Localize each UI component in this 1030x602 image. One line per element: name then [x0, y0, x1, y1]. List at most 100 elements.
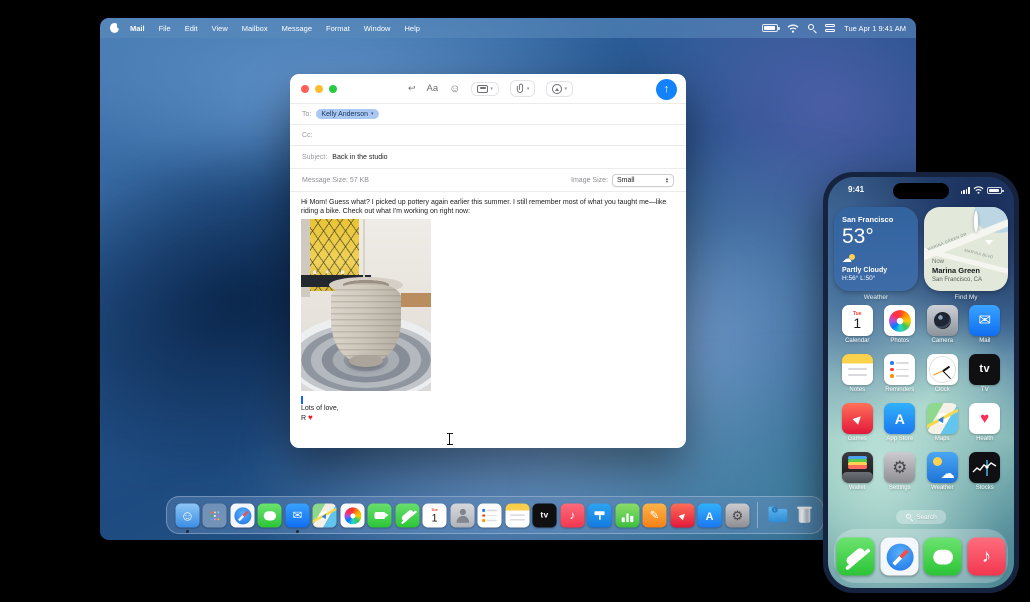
iphone-app-appstore[interactable]: A App Store	[884, 403, 916, 452]
dock: ☺ ✉ Tue 1 tv ♪ ✎ ► A ⚙ ↓	[166, 496, 824, 534]
zoom-button[interactable]	[329, 84, 337, 93]
attach-file-button[interactable]: ▾	[509, 80, 536, 97]
send-button[interactable]: ↑	[656, 78, 677, 100]
dock-icon-launchpad[interactable]	[202, 502, 227, 528]
iphone-app-health[interactable]: ♥ Health	[969, 403, 1001, 452]
iphone-app-camera[interactable]: Camera	[926, 305, 958, 354]
close-button[interactable]	[301, 84, 309, 93]
weather-widget[interactable]: San Francisco 53° ☁ Partly Cloudy H:56° …	[834, 207, 918, 291]
dock-icon-trash[interactable]	[793, 503, 817, 527]
dock-icon-facetime[interactable]	[367, 502, 392, 528]
menu-view[interactable]: View	[205, 24, 235, 33]
iphone-app-weather[interactable]: ☁ Weather	[926, 452, 958, 501]
iphone-app-mail[interactable]: ✉ Mail	[969, 305, 1001, 354]
iphone-app-calendar[interactable]: Tue 1 Calendar	[841, 305, 873, 354]
weather-condition: Partly Cloudy	[842, 267, 888, 274]
running-indicator	[295, 530, 299, 533]
iphone-app-clock[interactable]: Clock	[926, 354, 958, 403]
iphone-app-tv[interactable]: tv TV	[969, 354, 1001, 403]
iphone-app-maps[interactable]: Maps	[926, 403, 958, 452]
dock-icon-messages[interactable]	[257, 502, 282, 528]
image-size-label: Image Size:	[571, 176, 608, 184]
iphone-screen: 9:41 San Francisco 53° ☁ Partly Cloudy H…	[828, 177, 1014, 588]
iphone-app-games[interactable]: ► Games	[841, 403, 873, 452]
iphone-dock-messages[interactable]	[923, 536, 962, 576]
body-paragraph: Hi Mom! Guess what? I picked up pottery …	[301, 199, 667, 215]
menu-edit[interactable]: Edit	[178, 24, 205, 33]
iphone-app-settings[interactable]: ⚙ Settings	[884, 452, 916, 501]
header-fields-button[interactable]: ▾	[471, 81, 499, 96]
iphone-dock-phone[interactable]	[836, 536, 875, 576]
emoji-button[interactable]: ☺	[449, 83, 460, 95]
message-meta-row: Message Size: 57 KB Image Size: Small ▲ ▼	[290, 169, 686, 192]
recipient-token[interactable]: Kelly Anderson ▾	[316, 109, 379, 119]
dock-icon-tv[interactable]: tv	[532, 502, 557, 528]
menu-bar: Mail File Edit View Mailbox Message Form…	[100, 18, 916, 38]
dock-icon-notes[interactable]	[504, 502, 530, 528]
menu-help[interactable]: Help	[397, 24, 426, 33]
dock-icon-pages[interactable]: ✎	[642, 502, 667, 528]
cc-field[interactable]: Cc:	[290, 125, 686, 146]
iphone-app-reminders[interactable]: Reminders	[884, 354, 916, 403]
iphone-app-stocks[interactable]: Stocks	[969, 452, 1001, 501]
cc-label: Cc:	[302, 131, 313, 139]
wifi-icon[interactable]	[787, 24, 799, 33]
iphone-dock-music[interactable]: ♪	[967, 536, 1006, 576]
format-button[interactable]: Aa	[427, 83, 439, 94]
insertion-caret	[301, 396, 303, 404]
home-search-pill[interactable]: Search	[896, 510, 946, 524]
dock-icon-keynote[interactable]	[587, 502, 612, 528]
apple-menu-icon[interactable]	[110, 23, 119, 33]
chevron-down-icon: ▾	[371, 111, 374, 117]
spotlight-search-icon[interactable]	[808, 24, 817, 34]
findmy-place: Marina Green	[932, 266, 980, 275]
undo-button[interactable]: ↩	[408, 83, 416, 94]
insert-photo-button[interactable]: ▾	[546, 80, 573, 97]
iphone-status-bar: 9:41	[828, 183, 1014, 199]
menu-message[interactable]: Message	[275, 24, 319, 33]
control-center-icon[interactable]	[825, 24, 836, 32]
menu-window[interactable]: Window	[357, 24, 398, 33]
dock-icon-contacts[interactable]	[449, 502, 475, 528]
subject-value: Back in the studio	[332, 153, 388, 161]
dock-icon-games[interactable]: ►	[669, 502, 695, 528]
mail-compose-window: ↩ Aa ☺ ▾ ▾ ▾ ↑ To: Kelly Anderson ▾ Cc: …	[290, 74, 686, 448]
dock-icon-photos[interactable]	[339, 502, 365, 528]
dock-icon-finder[interactable]: ☺	[174, 502, 200, 533]
to-label: To:	[302, 110, 312, 118]
menu-bar-clock[interactable]: Tue Apr 1 9:41 AM	[844, 24, 906, 33]
dock-icon-downloads[interactable]: ↓	[765, 503, 789, 527]
battery-icon[interactable]	[762, 24, 781, 32]
signature-initial: R	[301, 414, 307, 422]
iphone-app-photos[interactable]: Photos	[884, 305, 916, 354]
menu-format[interactable]: Format	[319, 24, 357, 33]
menu-mailbox[interactable]: Mailbox	[235, 24, 275, 33]
pottery-photo-attachment[interactable]	[301, 219, 431, 391]
dock-icon-appstore[interactable]: A	[697, 502, 722, 528]
dock-icon-phone[interactable]	[394, 502, 420, 528]
widget-label-weather: Weather	[863, 294, 889, 301]
dock-icon-mail[interactable]: ✉	[284, 502, 310, 533]
iphone-dock-safari[interactable]	[880, 536, 919, 576]
dock-icon-settings[interactable]: ⚙	[724, 502, 750, 528]
image-size-popup[interactable]: Small ▲ ▼	[612, 173, 674, 187]
dock-icon-reminders[interactable]	[477, 502, 502, 528]
menu-file[interactable]: File	[152, 24, 178, 33]
find-my-widget[interactable]: MARINA GREEN DR MARINA BLVD Now Marina G…	[924, 207, 1008, 291]
to-field[interactable]: To: Kelly Anderson ▾	[290, 104, 686, 125]
iphone-app-wallet[interactable]: Wallet	[841, 452, 873, 501]
minimize-button[interactable]	[315, 84, 323, 93]
dock-icon-numbers[interactable]	[614, 502, 640, 528]
search-icon	[905, 513, 913, 522]
message-size-text: Message Size: 57 KB	[302, 176, 369, 184]
dock-icon-maps[interactable]	[312, 502, 337, 528]
dock-icon-calendar[interactable]: Tue 1	[422, 502, 447, 528]
dock-icon-music[interactable]: ♪	[559, 502, 585, 528]
subject-field[interactable]: Subject: Back in the studio	[290, 146, 686, 169]
iphone-app-notes[interactable]: Notes	[841, 354, 873, 403]
text-cursor-pointer	[445, 433, 454, 445]
message-body[interactable]: Hi Mom! Guess what? I picked up pottery …	[290, 192, 686, 448]
paperclip-icon	[516, 83, 523, 93]
menu-mail[interactable]: Mail	[123, 24, 152, 33]
dock-icon-safari[interactable]	[229, 502, 255, 528]
